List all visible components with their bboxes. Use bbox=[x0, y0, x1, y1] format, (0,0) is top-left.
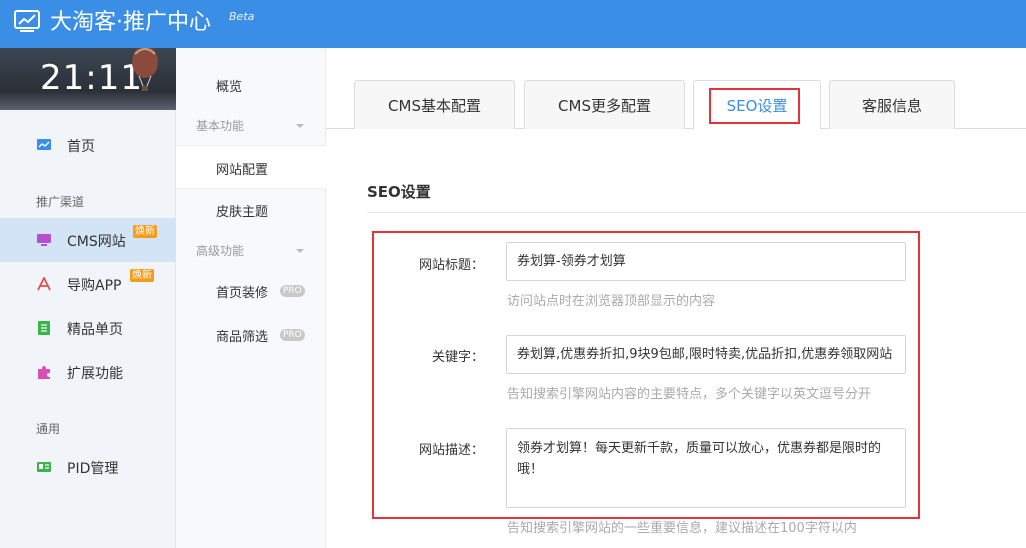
sidebar-item-label: CMS网站 bbox=[67, 234, 126, 250]
sidebar-item-pid[interactable]: PID管理 bbox=[0, 445, 176, 489]
site-title-label: 网站标题： bbox=[418, 258, 484, 273]
pro-badge: PRO bbox=[280, 329, 305, 341]
pro-badge: PRO bbox=[280, 285, 305, 297]
sidebar-item-home[interactable]: 首页 bbox=[0, 123, 176, 167]
sidebar-item-app[interactable]: 导购APP 焕新 bbox=[0, 262, 176, 306]
sidebar-item-cms[interactable]: CMS网站 焕新 bbox=[0, 218, 176, 262]
subnav-group-advanced[interactable]: 高级功能 bbox=[196, 242, 244, 259]
subnav-group-basic[interactable]: 基本功能 bbox=[196, 117, 244, 134]
app-store-icon bbox=[37, 277, 51, 291]
new-badge: 焕新 bbox=[133, 225, 157, 238]
main-content: CMS基本配置 CMS更多配置 SEO设置 客服信息 SEO设置 网站标题： 券… bbox=[326, 48, 1026, 548]
tab-customer-service[interactable]: 客服信息 bbox=[829, 80, 955, 129]
sidebar-item-label: 导购APP bbox=[67, 278, 122, 294]
subnav-item-label: 商品筛选 bbox=[216, 330, 269, 345]
top-bar: 大淘客·推广中心 Beta bbox=[0, 0, 1026, 48]
description-textarea[interactable]: 领券才划算！每天更新千款，质量可以放心，优惠券都是限时的哦！ bbox=[506, 428, 906, 508]
keywords-help: 告知搜索引擎网站内容的主要特点，多个关键字以英文逗号分开 bbox=[507, 387, 872, 402]
sidebar-group-general: 通用 bbox=[36, 422, 61, 436]
keywords-label: 关键字： bbox=[431, 350, 484, 365]
monitor-icon bbox=[37, 234, 51, 246]
subnav-item-skin-theme[interactable]: 皮肤主题 bbox=[176, 188, 326, 232]
monitor-chart-icon bbox=[14, 10, 40, 32]
document-icon bbox=[38, 321, 50, 335]
subnav-item-home-decor[interactable]: 首页装修 PRO bbox=[176, 269, 326, 313]
subnav-item-product-filter[interactable]: 商品筛选 PRO bbox=[176, 313, 326, 357]
balloon-icon bbox=[132, 48, 158, 91]
sidebar-group-promo: 推广渠道 bbox=[36, 195, 85, 209]
site-title-help: 访问站点时在浏览器顶部显示的内容 bbox=[507, 294, 716, 309]
subnav-item-overview[interactable]: 概览 bbox=[176, 63, 326, 107]
puzzle-icon bbox=[38, 366, 50, 379]
chevron-down-icon[interactable] bbox=[296, 124, 304, 128]
tab-cms-basic[interactable]: CMS基本配置 bbox=[354, 80, 515, 129]
new-badge: 焕新 bbox=[130, 269, 154, 282]
sidebar-item-label: 精品单页 bbox=[67, 322, 123, 338]
keywords-input[interactable]: 券划算,优惠券折扣,9块9包邮,限时特卖,优品折扣,优惠券领取网站 bbox=[506, 335, 906, 374]
description-label: 网站描述： bbox=[418, 443, 484, 458]
sidebar-item-label: 首页 bbox=[67, 139, 95, 155]
app-title: 大淘客·推广中心 bbox=[50, 10, 211, 35]
sidebar-item-single-page[interactable]: 精品单页 bbox=[0, 306, 176, 350]
section-title: SEO设置 bbox=[367, 183, 431, 201]
tab-highlight-box bbox=[709, 88, 800, 124]
sidebar-item-label: PID管理 bbox=[67, 461, 119, 477]
sidebar-item-extensions[interactable]: 扩展功能 bbox=[0, 350, 176, 394]
sidebar-item-label: 扩展功能 bbox=[67, 366, 123, 382]
subnav-item-label: 网站配置 bbox=[216, 163, 269, 178]
tab-cms-more[interactable]: CMS更多配置 bbox=[524, 80, 685, 129]
subnav-item-label: 概览 bbox=[216, 80, 243, 95]
subnav-item-site-config[interactable]: 网站配置 bbox=[176, 145, 326, 189]
description-help: 告知搜索引擎网站的一些重要信息，建议描述在100字符以内 bbox=[507, 521, 857, 536]
subnav-item-label: 首页装修 bbox=[216, 286, 269, 301]
clock-banner: 21:11 bbox=[0, 48, 176, 110]
sub-nav: 概览 基本功能 网站配置 皮肤主题 高级功能 首页装修 PRO 商品筛选 PRO bbox=[176, 48, 326, 548]
chevron-down-icon[interactable] bbox=[296, 249, 304, 253]
section-divider bbox=[367, 212, 1026, 213]
sidebar: 21:11 首页 推广渠道 CMS网站 焕新 导购APP 焕新 精品单页 扩展功… bbox=[0, 48, 176, 548]
site-title-input[interactable]: 券划算-领券才划算 bbox=[506, 242, 906, 281]
id-card-icon bbox=[37, 462, 51, 472]
subnav-item-label: 皮肤主题 bbox=[216, 205, 269, 220]
beta-badge: Beta bbox=[229, 10, 255, 23]
chart-icon bbox=[37, 139, 51, 150]
